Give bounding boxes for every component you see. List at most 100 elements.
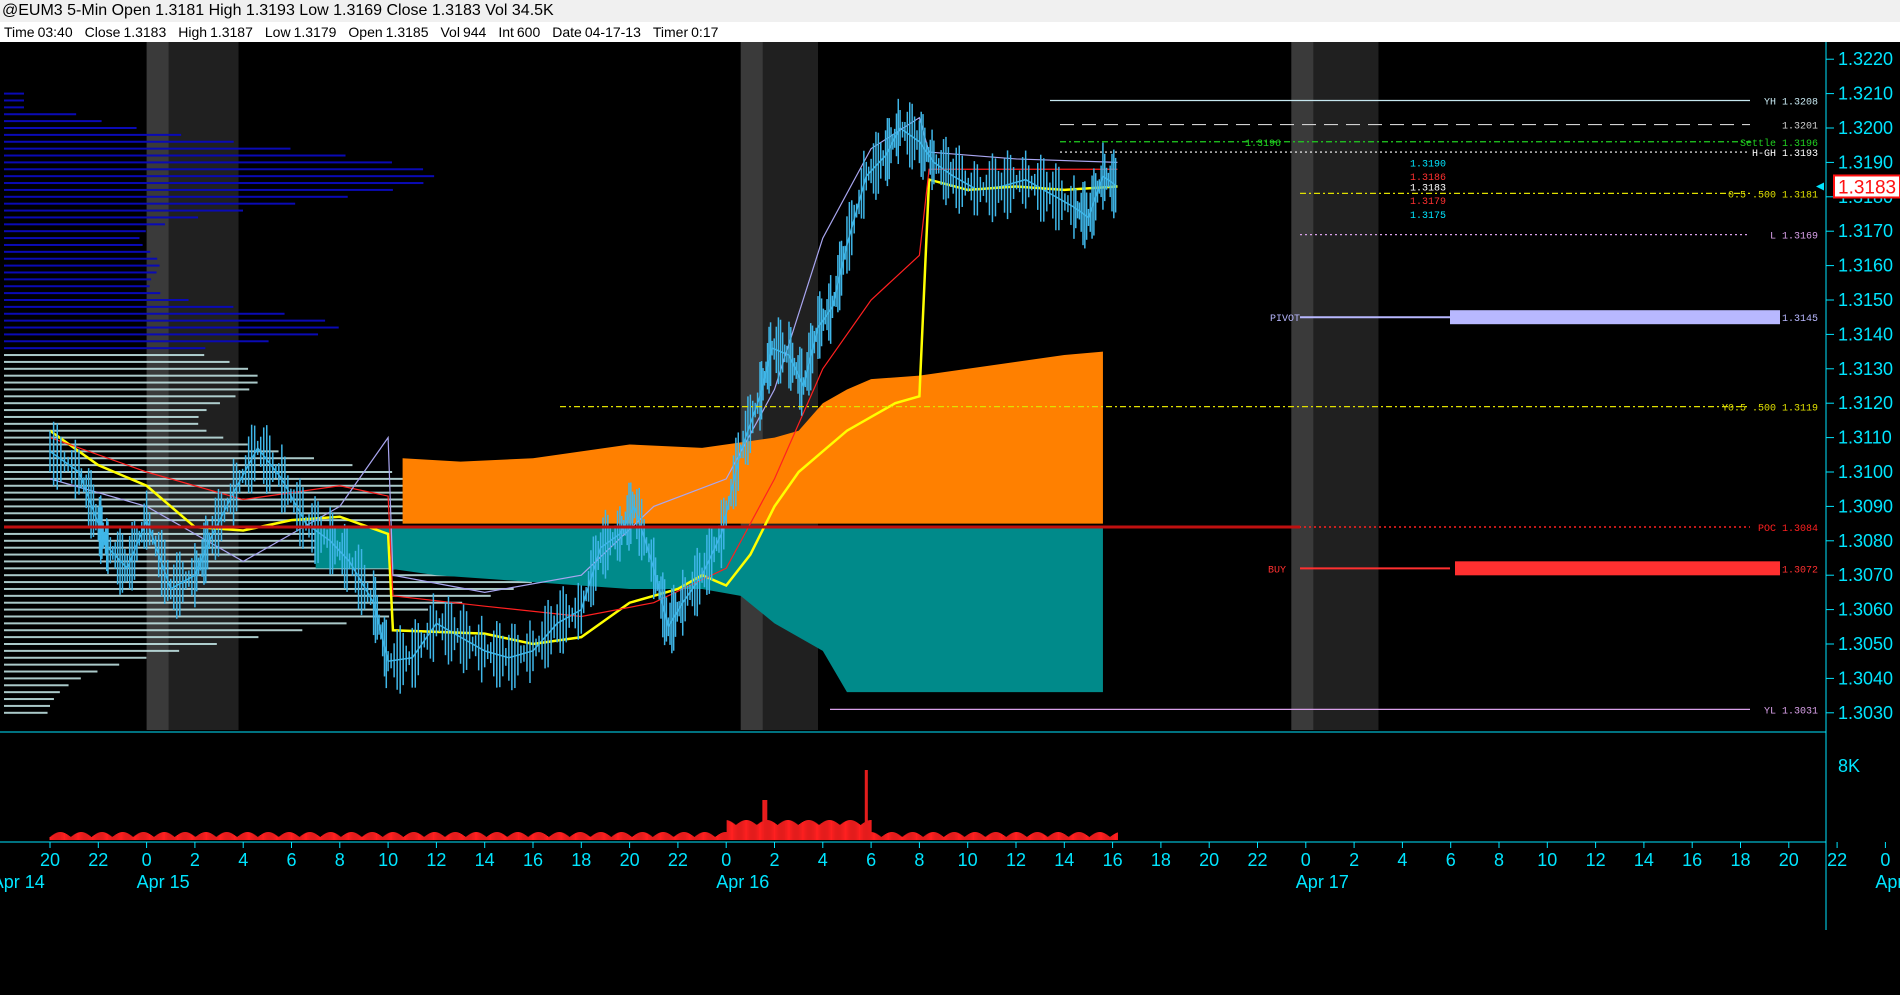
buy-bar — [1455, 561, 1780, 576]
date-label: Apr 18 — [1875, 872, 1900, 892]
cluster-label: 1.3183 — [1410, 183, 1446, 194]
profile-bar — [4, 250, 151, 253]
time-tick-label: 4 — [1397, 850, 1407, 870]
price-tick-label: 1.3120 — [1838, 393, 1893, 413]
price-tick-label: 1.3050 — [1838, 634, 1893, 654]
time-tick-label: 16 — [523, 850, 543, 870]
volume-axis-label: 8K — [1838, 756, 1860, 776]
profile-bar — [4, 92, 24, 95]
price-tick-label: 1.3220 — [1838, 49, 1893, 69]
profile-bar — [4, 450, 279, 453]
time-tick-label: 12 — [1586, 850, 1606, 870]
profile-bar — [4, 636, 259, 639]
profile-bar — [4, 188, 393, 191]
window-title: @EUM3 5-Min Open 1.3181 High 1.3193 Low … — [2, 2, 554, 19]
time-tick-label: 8 — [1494, 850, 1504, 870]
price-tick-label: 1.3210 — [1838, 84, 1893, 104]
info-value: 600 — [516, 24, 541, 40]
profile-bar — [4, 684, 69, 687]
profile-bar — [4, 347, 206, 350]
price-tick-label: 1.3090 — [1838, 496, 1893, 516]
profile-bar — [4, 195, 348, 198]
cluster-label: 1.3190 — [1410, 159, 1446, 170]
profile-bar — [4, 594, 491, 597]
price-tick-label: 1.3170 — [1838, 221, 1893, 241]
profile-bar — [4, 677, 81, 680]
session-band-inner — [1313, 42, 1379, 730]
profile-bar — [4, 409, 207, 412]
price-chart[interactable]: YH 1.3208 1.3201 Settle 1.3196 1.3196 H-GH 1… — [0, 42, 1900, 995]
cluster-label: 1.3179 — [1410, 197, 1446, 208]
level-label: YL 1.3031 — [1764, 706, 1818, 717]
info-date: Date 04-17-13 — [552, 24, 641, 40]
level-label: POC 1.3084 — [1758, 524, 1818, 535]
time-tick-label: 10 — [1537, 850, 1557, 870]
profile-bar — [4, 120, 102, 123]
time-tick-label: 18 — [571, 850, 591, 870]
info-value: 04-17-13 — [584, 24, 641, 40]
date-label: Apr 14 — [0, 872, 45, 892]
profile-bar — [4, 182, 424, 185]
profile-bar — [4, 106, 24, 109]
profile-bar — [4, 429, 207, 432]
profile-bar — [4, 113, 77, 116]
profile-bar — [4, 656, 147, 659]
price-tick-label: 1.3030 — [1838, 703, 1893, 723]
info-value: 03:40 — [37, 24, 73, 40]
cluster-label: 1.3175 — [1410, 211, 1446, 222]
level-label: 1.3072 — [1782, 565, 1818, 576]
level-label: 0.5 .500 1.3181 — [1728, 190, 1818, 201]
info-close: Close 1.3183 — [85, 24, 167, 40]
price-tick-label: 1.3100 — [1838, 462, 1893, 482]
info-key: Int — [498, 24, 514, 40]
info-high: High 1.3187 — [178, 24, 253, 40]
time-tick-label: 0 — [1301, 850, 1311, 870]
profile-bar — [4, 464, 353, 467]
profile-bar — [4, 133, 182, 136]
level-label: Y0.5 .500 1.3119 — [1722, 404, 1818, 415]
profile-bar — [4, 649, 180, 652]
pivot-bar — [1450, 310, 1780, 325]
info-value: 944 — [462, 24, 487, 40]
profile-bar — [4, 354, 205, 357]
profile-bar — [4, 711, 48, 714]
profile-bar — [4, 643, 217, 645]
profile-bar — [4, 333, 319, 336]
profile-bar — [4, 209, 244, 212]
time-tick-label: 22 — [1247, 850, 1267, 870]
date-label: Apr 15 — [137, 872, 190, 892]
profile-bar — [4, 278, 152, 281]
profile-bar — [4, 443, 248, 446]
profile-bar — [4, 285, 150, 288]
time-tick-label: 8 — [914, 850, 924, 870]
profile-bar — [4, 587, 514, 590]
last-price-arrow — [1816, 182, 1824, 191]
info-timer: Timer 0:17 — [653, 24, 719, 40]
time-tick-label: 20 — [1779, 850, 1799, 870]
price-tick-label: 1.3190 — [1838, 152, 1893, 172]
profile-bar — [4, 581, 532, 584]
profile-bar — [4, 264, 160, 267]
profile-bar — [4, 415, 199, 418]
quote-info-bar: Time 03:40 Close 1.3183 High 1.3187 Low 1.3179 O… — [0, 22, 1900, 42]
info-int: Int 600 — [498, 24, 540, 40]
profile-bar — [4, 147, 291, 150]
time-tick-label: 6 — [286, 850, 296, 870]
profile-bar — [4, 175, 435, 178]
info-low: Low 1.3179 — [265, 24, 337, 40]
time-tick-label: 6 — [1446, 850, 1456, 870]
pivot-tag: PIVOT — [1270, 314, 1300, 325]
profile-bar — [4, 257, 158, 260]
time-tick-label: 16 — [1103, 850, 1123, 870]
level-label: Settle 1.3196 — [1740, 138, 1818, 150]
profile-bar — [4, 326, 339, 329]
time-tick-label: 14 — [475, 850, 495, 870]
profile-bar — [4, 127, 137, 129]
price-tick-label: 1.3130 — [1838, 359, 1893, 379]
profile-bar — [4, 374, 258, 377]
info-value: 0:17 — [691, 24, 719, 40]
time-tick-label: 14 — [1054, 850, 1074, 870]
time-tick-label: 10 — [378, 850, 398, 870]
profile-bar — [4, 237, 140, 240]
profile-bar — [4, 381, 258, 384]
